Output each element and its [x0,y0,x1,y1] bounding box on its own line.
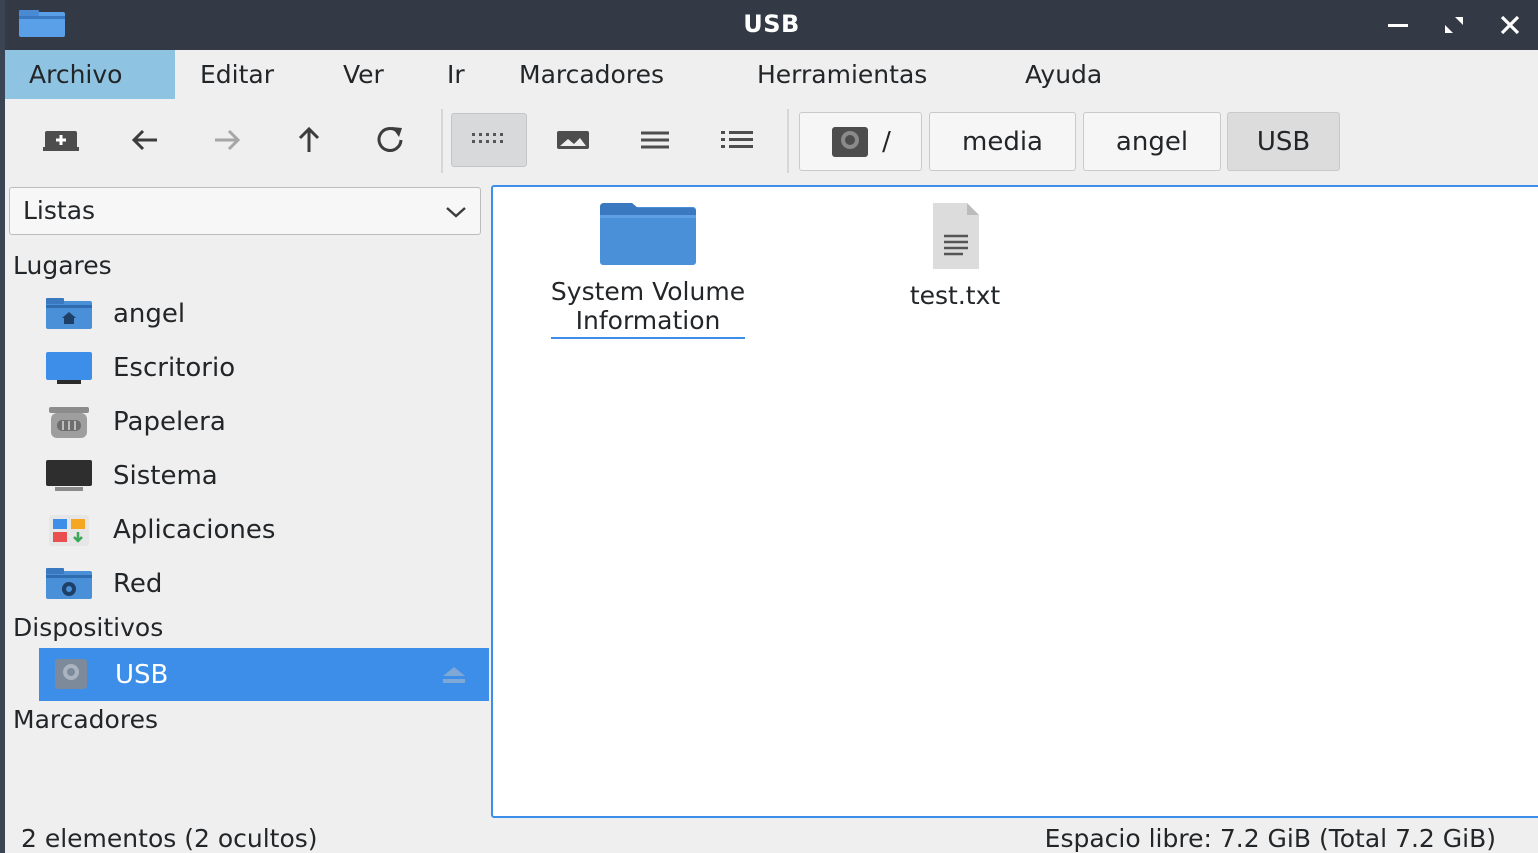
drive-icon [832,126,869,157]
network-folder-icon [46,567,92,599]
menu-ayuda[interactable]: Ayuda [1001,50,1126,99]
file-item-text[interactable]: test.txt [855,201,1055,310]
trash-icon [49,406,89,438]
sidebar: Listas Lugares angel Escritorio Papelera… [5,185,489,815]
arrow-left-icon [131,129,157,151]
detailed-list-button[interactable] [699,113,775,167]
sidebar-item-label: Sistema [113,460,218,491]
sidebar-item-usb[interactable]: USB [39,648,489,701]
computer-icon [46,459,92,491]
file-manager-window: USB Archivo Editar Ver Ir Marcadores Her… [0,0,1538,853]
chevron-down-icon [446,207,466,218]
toolbar-separator [441,109,443,173]
file-name: test.txt [909,281,1001,310]
status-bar: 2 elementos (2 ocultos) Espacio libre: 7… [5,818,1538,853]
image-view-icon [557,131,589,149]
back-button[interactable] [107,113,183,167]
file-view[interactable]: System Volume Information test.txt [491,185,1538,818]
sidebar-item-label: angel [113,298,186,329]
menu-archivo[interactable]: Archivo [5,50,175,99]
breadcrumb-usb[interactable]: USB [1227,112,1340,171]
sidebar-item-escritorio[interactable]: Escritorio [33,341,484,394]
breadcrumb-root[interactable]: / [799,112,922,171]
menu-marcadores[interactable]: Marcadores [495,50,688,99]
arrow-up-icon [298,126,320,152]
new-tab-icon [43,131,79,151]
restore-icon[interactable] [1441,12,1467,38]
menu-herramientas[interactable]: Herramientas [733,50,951,99]
section-marcadores: Marcadores [13,705,158,734]
folder-icon [600,203,696,265]
sidebar-item-red[interactable]: Red [33,557,484,610]
breadcrumb-angel[interactable]: angel [1083,112,1221,171]
menu-editar[interactable]: Editar [176,50,298,99]
side-pane-mode-value: Listas [23,196,96,225]
sidebar-item-label: Red [113,568,163,599]
breadcrumb-root-label: / [882,126,891,157]
desktop-icon [46,351,92,384]
toolbar: / media angel USB [5,99,1538,185]
text-file-icon [933,203,979,269]
icon-view-button[interactable] [451,113,527,167]
detailed-list-icon [721,131,753,148]
breadcrumb-media[interactable]: media [929,112,1076,171]
file-item-folder[interactable]: System Volume Information [518,201,778,339]
file-name: System Volume Information [550,277,746,339]
applications-icon [49,514,89,546]
home-folder-icon [46,297,92,329]
eject-icon[interactable] [441,664,467,686]
side-pane-mode-select[interactable]: Listas [9,187,481,235]
forward-button[interactable] [189,113,265,167]
close-icon[interactable] [1497,12,1523,38]
reload-icon [377,127,403,152]
status-free-space: Espacio libre: 7.2 GiB (Total 7.2 GiB) [1044,824,1496,853]
up-button[interactable] [271,113,347,167]
drive-icon [55,658,87,689]
section-lugares: Lugares [13,251,112,280]
minimize-icon[interactable] [1385,12,1411,38]
window-title: USB [743,10,800,38]
section-dispositivos: Dispositivos [13,613,164,642]
title-bar[interactable]: USB [5,0,1538,50]
sidebar-item-aplicaciones[interactable]: Aplicaciones [33,503,484,556]
sidebar-item-sistema[interactable]: Sistema [33,449,484,502]
menu-ir[interactable]: Ir [423,50,489,99]
sidebar-item-papelera[interactable]: Papelera [33,395,484,448]
sidebar-item-label: USB [115,659,169,690]
new-tab-button[interactable] [23,113,99,167]
sidebar-item-label: Escritorio [113,352,236,383]
grid-view-icon [472,133,503,143]
sidebar-item-label: Papelera [113,406,226,437]
sidebar-item-label: Aplicaciones [113,514,276,545]
toolbar-separator [787,109,789,173]
compact-view-button[interactable] [617,113,693,167]
reload-button[interactable] [353,113,429,167]
thumbnail-view-button[interactable] [535,113,611,167]
sidebar-item-angel[interactable]: angel [33,287,484,340]
menu-bar: Archivo Editar Ver Ir Marcadores Herrami… [5,50,1538,99]
status-item-count: 2 elementos (2 ocultos) [21,824,318,853]
arrow-right-icon [215,129,241,151]
compact-list-icon [641,131,669,149]
menu-ver[interactable]: Ver [319,50,408,99]
